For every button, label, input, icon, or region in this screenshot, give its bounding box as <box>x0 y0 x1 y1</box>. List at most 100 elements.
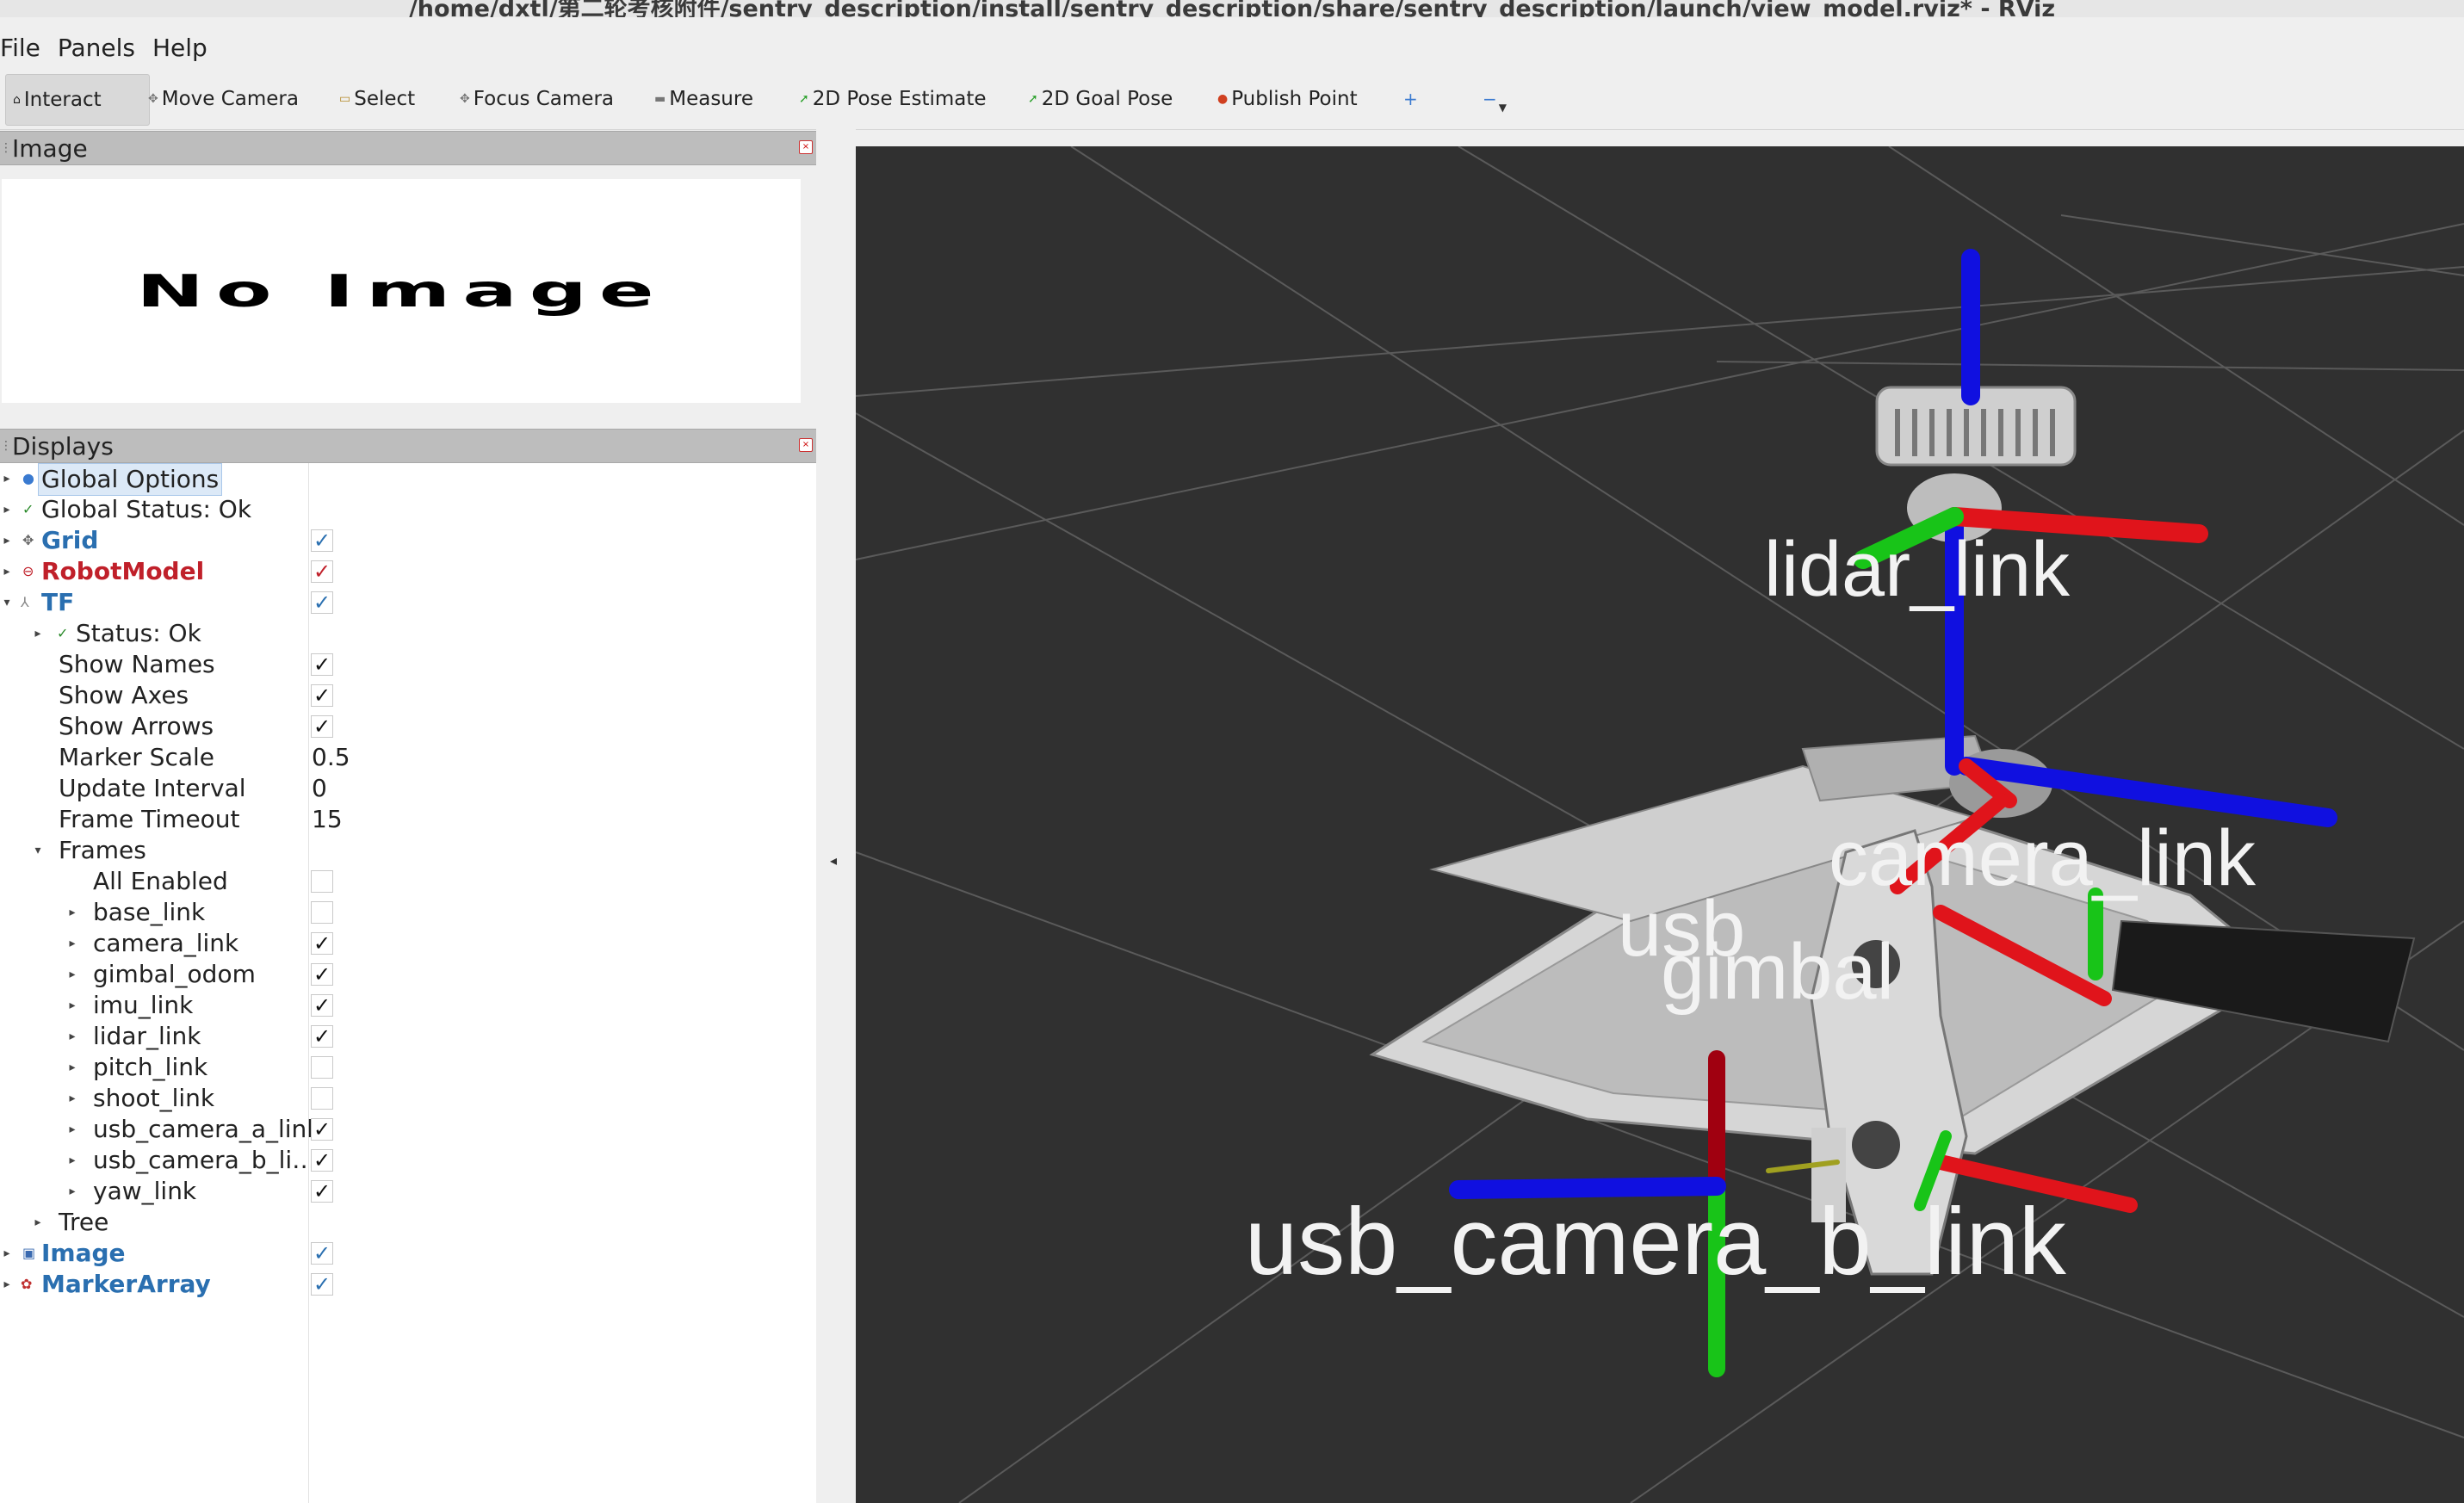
panel-splitter[interactable]: ◂ <box>816 129 856 1503</box>
tree-item-frame-timeout[interactable]: Frame Timeout 15 <box>0 804 816 835</box>
window-title: /home/dxtl/第二轮考核附件/sentry_description/in… <box>408 0 2056 17</box>
tree-item-frames[interactable]: ▾ Frames <box>0 835 816 866</box>
all-enabled-checkbox[interactable] <box>311 870 333 893</box>
expand-arrow-icon[interactable]: ▸ <box>0 463 14 494</box>
collapse-arrow-icon[interactable]: ▾ <box>0 587 14 618</box>
frame-row[interactable]: ▸ gimbal_odom ✓ <box>0 959 816 990</box>
tree-item-tree[interactable]: ▸ Tree <box>0 1207 816 1238</box>
image-enabled-checkbox[interactable]: ✓ <box>311 1242 333 1265</box>
frame-row[interactable]: ▸ base_link <box>0 897 816 928</box>
frame-row[interactable]: ▸ imu_link ✓ <box>0 990 816 1021</box>
3d-render-viewport[interactable]: lidar_link camera_link usb gimbal usb_ca… <box>856 146 2464 1503</box>
tree-item-tf-status[interactable]: ▸ ✓ Status: Ok <box>0 618 816 649</box>
grid-enabled-checkbox[interactable]: ✓ <box>311 529 333 552</box>
tree-item-global-options[interactable]: ▸ ● Global Options <box>0 463 816 496</box>
expand-arrow-icon[interactable]: ▸ <box>0 1269 14 1300</box>
image-view: No Image <box>2 179 801 403</box>
frame-checkbox[interactable] <box>311 1056 333 1079</box>
tree-item-marker-scale[interactable]: Marker Scale 0.5 <box>0 742 816 773</box>
expand-arrow-icon[interactable]: ▸ <box>65 1021 79 1052</box>
expand-arrow-icon[interactable]: ▸ <box>65 1083 79 1114</box>
tree-item-tf[interactable]: ▾ ⅄ TF ✓ <box>0 587 816 618</box>
frame-checkbox[interactable]: ✓ <box>311 1149 333 1172</box>
frame-checkbox[interactable]: ✓ <box>311 994 333 1017</box>
tree-item-label: Grid <box>41 526 99 554</box>
measure-tool-button[interactable]: ▬ Measure <box>654 74 753 124</box>
menu-panels[interactable]: Panels <box>58 34 135 62</box>
tree-item-label: Update Interval <box>59 774 246 802</box>
publish-point-tool-button[interactable]: ● Publish Point <box>1217 74 1358 124</box>
frame-checkbox[interactable]: ✓ <box>311 963 333 986</box>
expand-arrow-icon[interactable]: ▸ <box>31 618 45 649</box>
expand-arrow-icon[interactable]: ▸ <box>31 1207 45 1238</box>
displays-panel-title-bar[interactable]: ⋮ Displays × <box>0 429 816 463</box>
expand-arrow-icon[interactable]: ▸ <box>0 556 14 587</box>
frame-timeout-value[interactable]: 15 <box>312 804 343 835</box>
frame-row[interactable]: ▸ usb_camera_b_li… ✓ <box>0 1145 816 1176</box>
marker-scale-value[interactable]: 0.5 <box>312 742 350 773</box>
frame-label: shoot_link <box>93 1084 215 1112</box>
expand-arrow-icon[interactable]: ▸ <box>65 928 79 959</box>
frame-checkbox[interactable]: ✓ <box>311 1118 333 1141</box>
interact-tool-button[interactable]: ⌂ Interact <box>5 74 150 126</box>
expand-arrow-icon[interactable]: ▸ <box>65 897 79 928</box>
tree-item-label: Show Names <box>59 650 215 678</box>
expand-arrow-icon[interactable]: ▸ <box>65 1176 79 1207</box>
expand-arrow-icon[interactable]: ▸ <box>0 494 14 525</box>
frame-row[interactable]: ▸ shoot_link <box>0 1083 816 1114</box>
2d-goal-pose-tool-button[interactable]: ➚ 2D Goal Pose <box>1028 74 1173 124</box>
tree-item-show-arrows[interactable]: Show Arrows ✓ <box>0 711 816 742</box>
close-icon[interactable]: × <box>799 438 813 452</box>
tf-enabled-checkbox[interactable]: ✓ <box>311 591 333 614</box>
frame-row[interactable]: ▸ lidar_link ✓ <box>0 1021 816 1052</box>
show-arrows-checkbox[interactable]: ✓ <box>311 715 333 738</box>
tree-item-marker-array[interactable]: ▸ ✿ MarkerArray ✓ <box>0 1269 816 1300</box>
show-axes-checkbox[interactable]: ✓ <box>311 684 333 707</box>
tree-item-robot-model[interactable]: ▸ ⊖ RobotModel ✓ <box>0 556 816 587</box>
tree-item-global-status[interactable]: ▸ ✓ Global Status: Ok <box>0 494 816 525</box>
tree-item-grid[interactable]: ▸ ✥ Grid ✓ <box>0 525 816 556</box>
tree-item-show-names[interactable]: Show Names ✓ <box>0 649 816 680</box>
displays-tree[interactable]: ▸ ● Global Options ▸ ✓ Global Status: Ok… <box>0 463 817 1503</box>
tree-item-update-interval[interactable]: Update Interval 0 <box>0 773 816 804</box>
remove-tool-button[interactable]: − ▼ <box>1483 74 1507 124</box>
move-camera-tool-button[interactable]: ✥ Move Camera <box>148 74 299 124</box>
tree-item-all-enabled[interactable]: All Enabled <box>0 866 816 897</box>
expand-arrow-icon[interactable]: ▸ <box>65 1052 79 1083</box>
tree-item-show-axes[interactable]: Show Axes ✓ <box>0 680 816 711</box>
close-icon[interactable]: × <box>799 140 813 154</box>
frame-checkbox[interactable]: ✓ <box>311 932 333 955</box>
dropdown-arrow-icon: ▼ <box>1498 102 1507 114</box>
collapse-arrow-icon[interactable]: ▾ <box>31 835 45 866</box>
expand-arrow-icon[interactable]: ▸ <box>0 1238 14 1269</box>
frame-row[interactable]: ▸ usb_camera_a_link ✓ <box>0 1114 816 1145</box>
expand-arrow-icon[interactable]: ▸ <box>65 1114 79 1145</box>
frame-checkbox[interactable]: ✓ <box>311 1025 333 1048</box>
marker-array-enabled-checkbox[interactable]: ✓ <box>311 1273 333 1296</box>
tree-item-image[interactable]: ▸ ▣ Image ✓ <box>0 1238 816 1269</box>
select-tool-button[interactable]: ▭ Select <box>339 74 415 124</box>
check-status-icon: ✓ <box>22 501 34 517</box>
robot-model-enabled-checkbox[interactable]: ✓ <box>311 560 333 583</box>
frame-checkbox[interactable] <box>311 1087 333 1110</box>
measure-icon: ▬ <box>654 92 666 106</box>
add-tool-button[interactable]: + <box>1403 74 1418 124</box>
image-panel-title-bar[interactable]: ⋮ Image × <box>0 131 816 165</box>
expand-arrow-icon[interactable]: ▸ <box>65 1145 79 1176</box>
expand-arrow-icon[interactable]: ▸ <box>0 525 14 556</box>
2d-pose-estimate-tool-button[interactable]: ➚ 2D Pose Estimate <box>799 74 987 124</box>
frame-row[interactable]: ▸ yaw_link ✓ <box>0 1176 816 1207</box>
frame-checkbox[interactable]: ✓ <box>311 1180 333 1203</box>
expand-arrow-icon[interactable]: ▸ <box>65 990 79 1021</box>
collapse-left-icon[interactable]: ◂ <box>830 852 837 869</box>
frame-row[interactable]: ▸ camera_link ✓ <box>0 928 816 959</box>
frame-row[interactable]: ▸ pitch_link <box>0 1052 816 1083</box>
focus-camera-tool-button[interactable]: ✥ Focus Camera <box>460 74 614 124</box>
expand-arrow-icon[interactable]: ▸ <box>65 959 79 990</box>
update-interval-value[interactable]: 0 <box>312 773 327 804</box>
plus-icon: + <box>1403 89 1418 109</box>
show-names-checkbox[interactable]: ✓ <box>311 653 333 676</box>
frame-checkbox[interactable] <box>311 901 333 924</box>
menu-help[interactable]: Help <box>152 34 207 62</box>
menu-file[interactable]: File <box>0 34 40 62</box>
